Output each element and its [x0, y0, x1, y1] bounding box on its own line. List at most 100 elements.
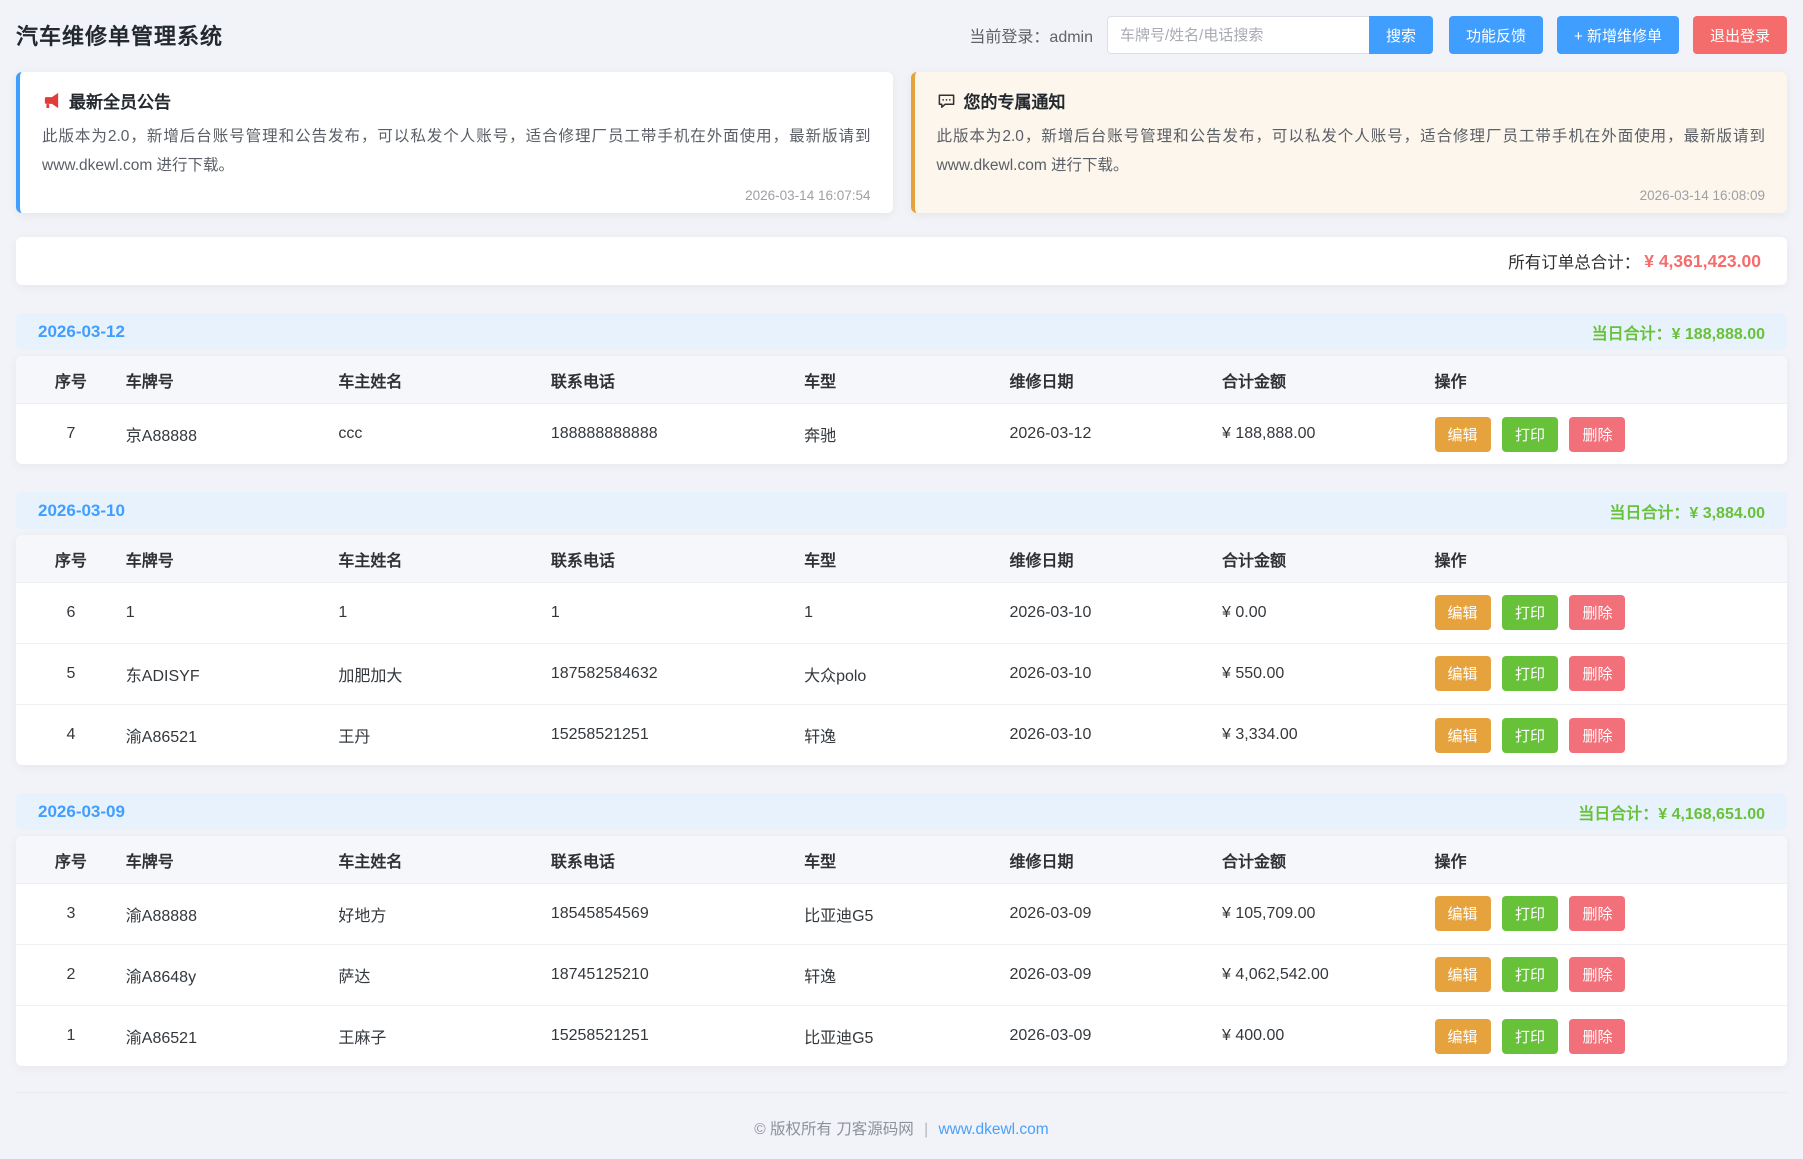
order-seq: 7 [16, 403, 126, 464]
announcement-title: 最新全员公告 [69, 88, 171, 113]
order-phone: 188888888888 [551, 403, 804, 464]
order-amount: ¥ 400.00 [1222, 1005, 1435, 1066]
column-header: 联系电话 [551, 836, 804, 883]
search-input[interactable] [1107, 16, 1369, 54]
table-header-row: 序号车牌号车主姓名联系电话车型维修日期合计金额操作 [16, 535, 1787, 582]
print-button[interactable]: 打印 [1502, 718, 1558, 753]
personal-notice-title: 您的专属通知 [964, 88, 1066, 113]
order-seq: 3 [16, 883, 126, 944]
edit-button[interactable]: 编辑 [1435, 718, 1491, 753]
delete-button[interactable]: 删除 [1569, 656, 1625, 691]
order-date: 2026-03-09 [1010, 944, 1223, 1005]
grand-total-label: 所有订单总合计： [1508, 249, 1640, 273]
order-seq: 6 [16, 582, 126, 643]
order-owner: ccc [338, 403, 551, 464]
day-total: 当日合计：¥ 188,888.00 [1592, 320, 1765, 344]
order-row: 7 京A88888 ccc 188888888888 奔驰 2026-03-12… [16, 403, 1787, 464]
search-button[interactable]: 搜索 [1369, 16, 1433, 54]
print-button[interactable]: 打印 [1502, 896, 1558, 931]
delete-button[interactable]: 删除 [1569, 417, 1625, 452]
delete-button[interactable]: 删除 [1569, 896, 1625, 931]
order-plate: 渝A86521 [126, 704, 339, 765]
day-section: 2026-03-12 当日合计：¥ 188,888.00 序号车牌号车主姓名联系… [16, 313, 1787, 464]
order-row: 1 渝A86521 王麻子 15258521251 比亚迪G5 2026-03-… [16, 1005, 1787, 1066]
order-owner: 王麻子 [338, 1005, 551, 1066]
order-owner: 1 [338, 582, 551, 643]
order-model: 比亚迪G5 [804, 883, 1009, 944]
column-header: 操作 [1435, 836, 1787, 883]
order-amount: ¥ 3,334.00 [1222, 704, 1435, 765]
logout-button[interactable]: 退出登录 [1693, 16, 1787, 54]
order-amount: ¥ 188,888.00 [1222, 403, 1435, 464]
order-model: 轩逸 [804, 704, 1009, 765]
notice-row: 最新全员公告 此版本为2.0，新增后台账号管理和公告发布，可以私发个人账号，适合… [16, 72, 1787, 213]
order-model: 奔驰 [804, 403, 1009, 464]
edit-button[interactable]: 编辑 [1435, 896, 1491, 931]
edit-button[interactable]: 编辑 [1435, 1019, 1491, 1054]
grand-total-card: 所有订单总合计： ¥ 4,361,423.00 [16, 237, 1787, 285]
edit-button[interactable]: 编辑 [1435, 417, 1491, 452]
order-actions: 编辑 打印 删除 [1435, 704, 1787, 765]
column-header: 操作 [1435, 535, 1787, 582]
table-header-row: 序号车牌号车主姓名联系电话车型维修日期合计金额操作 [16, 836, 1787, 883]
topbar: 汽车维修单管理系统 当前登录：admin 搜索 功能反馈 + 新增维修单 退出登… [16, 0, 1787, 68]
order-owner: 好地方 [338, 883, 551, 944]
delete-button[interactable]: 删除 [1569, 957, 1625, 992]
delete-button[interactable]: 删除 [1569, 595, 1625, 630]
logged-in-user: 当前登录：admin [969, 23, 1093, 47]
print-button[interactable]: 打印 [1502, 656, 1558, 691]
edit-button[interactable]: 编辑 [1435, 595, 1491, 630]
add-repair-order-button[interactable]: + 新增维修单 [1557, 16, 1679, 54]
announcement-body: 此版本为2.0，新增后台账号管理和公告发布，可以私发个人账号，适合修理厂员工带手… [42, 123, 871, 180]
delete-button[interactable]: 删除 [1569, 718, 1625, 753]
order-actions: 编辑 打印 删除 [1435, 643, 1787, 704]
column-header: 操作 [1435, 356, 1787, 403]
order-date: 2026-03-09 [1010, 1005, 1223, 1066]
order-model: 轩逸 [804, 944, 1009, 1005]
order-table: 序号车牌号车主姓名联系电话车型维修日期合计金额操作 6 1 1 1 1 2026… [16, 535, 1787, 765]
order-actions: 编辑 打印 删除 [1435, 944, 1787, 1005]
column-header: 车牌号 [126, 836, 339, 883]
order-phone: 1 [551, 582, 804, 643]
page: 汽车维修单管理系统 当前登录：admin 搜索 功能反馈 + 新增维修单 退出登… [0, 0, 1803, 1159]
order-date: 2026-03-12 [1010, 403, 1223, 464]
column-header: 车牌号 [126, 535, 339, 582]
order-date: 2026-03-10 [1010, 582, 1223, 643]
day-section: 2026-03-10 当日合计：¥ 3,884.00 序号车牌号车主姓名联系电话… [16, 492, 1787, 765]
order-seq: 1 [16, 1005, 126, 1066]
footer-link[interactable]: www.dkewl.com [938, 1121, 1048, 1138]
order-table-card: 序号车牌号车主姓名联系电话车型维修日期合计金额操作 6 1 1 1 1 2026… [16, 535, 1787, 765]
order-plate: 渝A88888 [126, 883, 339, 944]
column-header: 合计金额 [1222, 356, 1435, 403]
personal-notice-title-row: 您的专属通知 [937, 88, 1766, 113]
print-button[interactable]: 打印 [1502, 595, 1558, 630]
column-header: 合计金额 [1222, 836, 1435, 883]
order-row: 4 渝A86521 王丹 15258521251 轩逸 2026-03-10 ¥… [16, 704, 1787, 765]
order-actions: 编辑 打印 删除 [1435, 1005, 1787, 1066]
footer-separator: | [924, 1121, 928, 1138]
column-header: 车牌号 [126, 356, 339, 403]
order-amount: ¥ 4,062,542.00 [1222, 944, 1435, 1005]
column-header: 车主姓名 [338, 356, 551, 403]
day-total: 当日合计：¥ 3,884.00 [1609, 499, 1765, 523]
order-table-card: 序号车牌号车主姓名联系电话车型维修日期合计金额操作 7 京A88888 ccc … [16, 356, 1787, 464]
column-header: 序号 [16, 836, 126, 883]
delete-button[interactable]: 删除 [1569, 1019, 1625, 1054]
print-button[interactable]: 打印 [1502, 1019, 1558, 1054]
order-model: 1 [804, 582, 1009, 643]
announcement-timestamp: 2026-03-14 16:07:54 [42, 188, 871, 203]
personal-notice-timestamp: 2026-03-14 16:08:09 [937, 188, 1766, 203]
order-table: 序号车牌号车主姓名联系电话车型维修日期合计金额操作 7 京A88888 ccc … [16, 356, 1787, 464]
print-button[interactable]: 打印 [1502, 957, 1558, 992]
edit-button[interactable]: 编辑 [1435, 957, 1491, 992]
column-header: 联系电话 [551, 356, 804, 403]
order-table: 序号车牌号车主姓名联系电话车型维修日期合计金额操作 3 渝A88888 好地方 … [16, 836, 1787, 1066]
print-button[interactable]: 打印 [1502, 417, 1558, 452]
order-actions: 编辑 打印 删除 [1435, 582, 1787, 643]
order-row: 2 渝A8648y 萨达 18745125210 轩逸 2026-03-09 ¥… [16, 944, 1787, 1005]
feedback-button[interactable]: 功能反馈 [1449, 16, 1543, 54]
column-header: 维修日期 [1010, 535, 1223, 582]
announcement-title-row: 最新全员公告 [42, 88, 871, 113]
edit-button[interactable]: 编辑 [1435, 656, 1491, 691]
order-phone: 18745125210 [551, 944, 804, 1005]
